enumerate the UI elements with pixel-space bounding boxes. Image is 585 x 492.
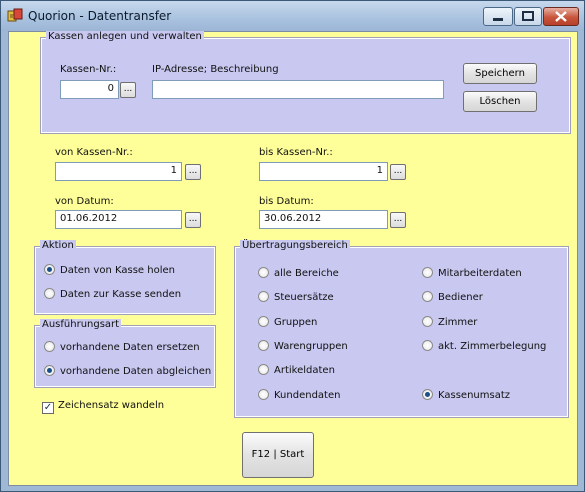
maximize-icon [522,11,534,21]
aktion-option-0[interactable]: Daten von Kasse holen [44,264,175,276]
bereich-option-label: alle Bereiche [274,268,339,279]
bereich-groupbox: Übertragungsbereich alle Bereiche Steuers… [234,240,569,418]
radio-icon [44,264,55,275]
bereich-option-left-3[interactable]: Warengruppen [258,340,348,352]
bereich-group-label: Übertragungsbereich [240,240,350,251]
from-date-input[interactable]: 01.06.2012 [55,210,182,229]
aktion-group-label: Aktion [40,240,76,251]
zeichensatz-checkbox[interactable]: ✓ Zeichensatz wandeln [42,400,164,414]
close-icon [555,11,567,22]
ausfuehrung-option-label: vorhandene Daten abgleichen [60,366,212,377]
radio-icon [258,291,269,302]
minimize-button[interactable] [483,7,513,26]
bereich-option-label: Kundendaten [274,390,341,401]
aktion-groupbox: Aktion Daten von Kasse holen Daten zur K… [34,240,216,315]
to-kasse-input[interactable]: 1 [259,162,388,181]
aktion-option-1[interactable]: Daten zur Kasse senden [44,288,181,300]
bereich-option-label: Steuersätze [274,292,334,303]
bereich-option-right-1[interactable]: Bediener [422,291,483,303]
from-date-picker-button[interactable]: ... [185,212,201,228]
ip-label: IP-Adresse; Beschreibung [152,64,279,75]
minimize-icon [493,18,503,21]
radio-icon [422,389,433,400]
ausfuehrung-option-1[interactable]: vorhandene Daten abgleichen [44,365,211,377]
to-kasse-label: bis Kassen-Nr.: [259,147,333,158]
bereich-option-label: Mitarbeiterdaten [438,268,522,279]
kassen-group-label: Kassen anlegen und verwalten [46,31,204,42]
bereich-option-left-1[interactable]: Steuersätze [258,291,334,303]
app-window: Quorion - Datentransfer Kassen anlegen u… [0,0,585,492]
close-button[interactable] [543,7,579,26]
ausfuehrung-option-label: vorhandene Daten ersetzen [60,342,200,353]
bereich-option-label: akt. Zimmerbelegung [438,341,547,352]
radio-icon [258,340,269,351]
radio-icon [258,364,269,375]
from-kasse-browse-button[interactable]: ... [185,164,201,180]
radio-icon [258,389,269,400]
radio-icon [44,288,55,299]
window-title: Quorion - Datentransfer [28,9,172,23]
bereich-option-label: Bediener [438,292,483,303]
ip-input[interactable] [152,80,444,99]
radio-icon [422,291,433,302]
radio-icon [258,316,269,327]
start-button[interactable]: F12 | Start [242,432,314,478]
kassen-groupbox: Kassen anlegen und verwalten Kassen-Nr.:… [40,31,571,134]
to-kasse-browse-button[interactable]: ... [390,164,406,180]
zeichensatz-label: Zeichensatz wandeln [58,400,165,411]
ausfuehrung-groupbox: Ausführungsart vorhandene Daten ersetzen… [34,319,216,388]
bereich-option-left-0[interactable]: alle Bereiche [258,267,339,279]
title-bar[interactable]: Quorion - Datentransfer [1,1,584,31]
bereich-option-left-5[interactable]: Kundendaten [258,389,340,401]
bereich-option-right-2[interactable]: Zimmer [422,316,477,328]
bereich-option-left-4[interactable]: Artikeldaten [258,364,335,376]
kassen-nr-label: Kassen-Nr.: [60,64,117,75]
kassen-nr-browse-button[interactable]: ... [120,82,136,98]
client-area: Kassen anlegen und verwalten Kassen-Nr.:… [8,31,578,486]
radio-icon [44,365,55,376]
bereich-option-right-0[interactable]: Mitarbeiterdaten [422,267,522,279]
delete-button[interactable]: Löschen [463,91,537,112]
radio-icon [258,267,269,278]
bereich-option-label: Warengruppen [274,341,348,352]
ausfuehrung-group-label: Ausführungsart [40,319,122,330]
radio-icon [422,267,433,278]
bereich-option-label: Zimmer [438,317,478,328]
to-date-label: bis Datum: [259,196,314,207]
to-date-picker-button[interactable]: ... [390,212,406,228]
checkbox-icon: ✓ [42,402,54,414]
from-kasse-input[interactable]: 1 [55,162,182,181]
save-button[interactable]: Speichern [463,63,537,84]
radio-icon [422,340,433,351]
bereich-option-left-2[interactable]: Gruppen [258,316,317,328]
to-date-input[interactable]: 30.06.2012 [259,210,388,229]
bereich-option-label: Gruppen [274,317,318,328]
bereich-option-label: Kassenumsatz [438,390,511,401]
app-icon [7,8,23,24]
ausfuehrung-option-0[interactable]: vorhandene Daten ersetzen [44,341,200,353]
aktion-option-label: Daten zur Kasse senden [60,289,182,300]
aktion-option-label: Daten von Kasse holen [60,265,175,276]
radio-icon [44,341,55,352]
bereich-option-right-4[interactable]: Kassenumsatz [422,389,510,401]
radio-icon [422,316,433,327]
maximize-button[interactable] [514,7,542,26]
kassen-nr-input[interactable]: 0 [60,80,119,99]
from-date-label: von Datum: [55,196,114,207]
bereich-option-label: Artikeldaten [274,365,335,376]
from-kasse-label: von Kassen-Nr.: [55,147,133,158]
bereich-option-right-3[interactable]: akt. Zimmerbelegung [422,340,546,352]
